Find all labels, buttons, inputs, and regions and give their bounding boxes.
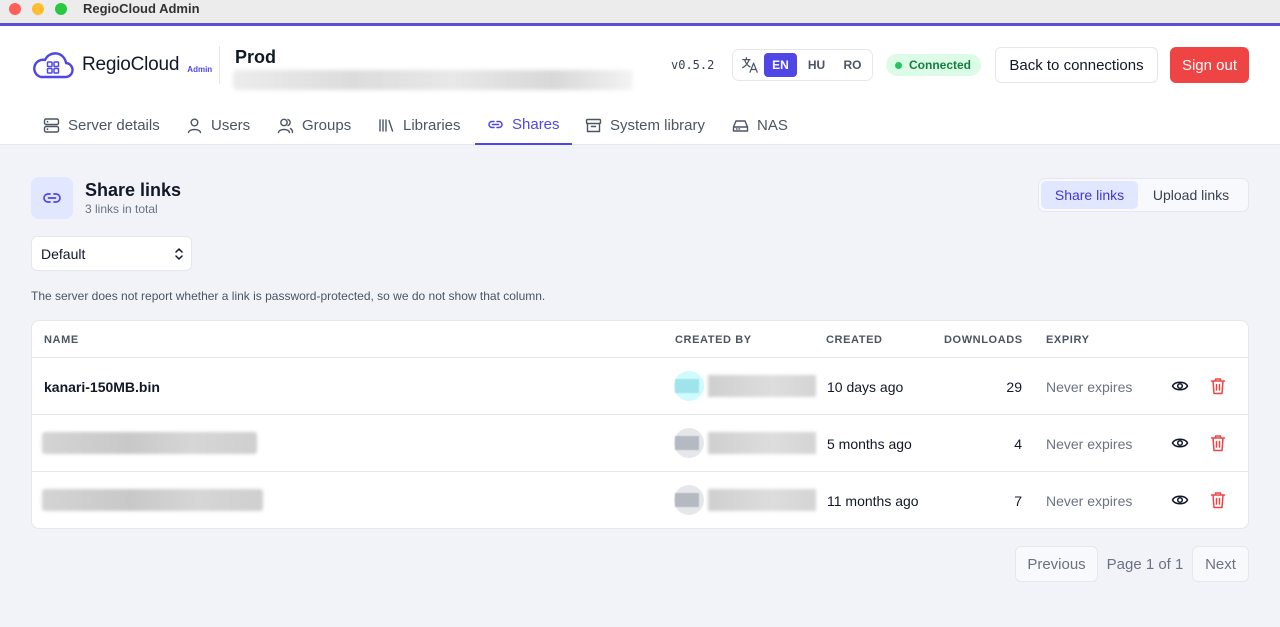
tab-server-details[interactable]: Server details (31, 106, 172, 145)
table-row: kanari-150MB.bin 10 days ago 29 Never ex… (32, 357, 1248, 414)
tab-libraries[interactable]: Libraries (366, 106, 473, 145)
status-dot-icon (895, 61, 902, 69)
language-switcher: EN HU RO (732, 49, 873, 81)
link-name-redacted[interactable] (42, 432, 257, 454)
window-titlebar: RegioCloud Admin (0, 0, 1280, 24)
tab-label: System library (610, 117, 706, 134)
section-title: Share links (85, 180, 182, 200)
tab-label: Shares (512, 116, 560, 133)
tab-label: Libraries (403, 117, 461, 134)
link-name[interactable]: kanari-150MB.bin (44, 358, 160, 415)
chevron-up-down-icon (175, 248, 183, 260)
link-icon (43, 193, 61, 203)
share-links-toggle-button[interactable]: Share links (1041, 181, 1138, 209)
next-page-button[interactable]: Next (1192, 546, 1249, 582)
link-icon (488, 120, 503, 129)
link-name-redacted[interactable] (42, 489, 263, 511)
tab-groups[interactable]: Groups (265, 106, 363, 145)
info-note: The server does not report whether a lin… (31, 289, 546, 303)
filter-select[interactable]: Default (31, 236, 192, 271)
tab-label: Groups (302, 117, 352, 134)
column-header-downloads[interactable]: DOWNLOADS (944, 334, 1023, 346)
version-label: v0.5.2 (671, 58, 715, 72)
view-icon[interactable] (1171, 434, 1189, 452)
hard-drive-icon (732, 120, 749, 132)
tab-label: NAS (757, 117, 788, 134)
window-title: RegioCloud Admin (83, 1, 200, 16)
trash-icon[interactable] (1210, 434, 1226, 452)
view-icon[interactable] (1171, 377, 1189, 395)
creator-redacted (708, 432, 816, 454)
view-icon[interactable] (1171, 491, 1189, 509)
connection-status-badge: Connected (886, 54, 982, 76)
column-header-expiry[interactable]: EXPIRY (1046, 334, 1090, 346)
translate-icon (742, 57, 758, 73)
admin-badge: Admin (187, 64, 213, 74)
page-indicator: Page 1 of 1 (1106, 555, 1184, 573)
tab-users[interactable]: Users (174, 106, 262, 145)
zoom-window-button[interactable] (55, 3, 67, 15)
minimize-window-button[interactable] (32, 3, 44, 15)
avatar (674, 428, 704, 458)
column-header-name[interactable]: NAME (44, 334, 79, 346)
creator-redacted (708, 489, 816, 511)
section-subtitle: 3 links in total (85, 202, 158, 216)
tab-system-library[interactable]: System library (573, 106, 717, 145)
link-type-toggle: Share links Upload links (1038, 178, 1249, 212)
table-row: 11 months ago 7 Never expires (32, 471, 1248, 528)
tab-shares[interactable]: Shares (475, 106, 572, 145)
download-count: 7 (1014, 492, 1022, 509)
sign-out-button[interactable]: Sign out (1170, 47, 1249, 83)
library-icon (379, 119, 394, 132)
column-header-created[interactable]: CREATED (826, 334, 883, 346)
tab-nas[interactable]: NAS (720, 106, 800, 145)
upload-links-toggle-button[interactable]: Upload links (1138, 181, 1244, 209)
share-links-table: NAME CREATED BY CREATED DOWNLOADS EXPIRY… (31, 320, 1249, 529)
tab-label: Users (211, 117, 251, 134)
app-header: RegioCloud Admin Prod v0.5.2 EN HU RO Co… (0, 26, 1280, 145)
avatar (674, 371, 704, 401)
language-en-button[interactable]: EN (764, 53, 797, 77)
back-to-connections-button[interactable]: Back to connections (995, 47, 1158, 83)
group-icon (277, 118, 294, 134)
avatar (674, 485, 704, 515)
brand-name: RegioCloud (82, 54, 180, 75)
download-count: 4 (1014, 435, 1022, 452)
table-row: 5 months ago 4 Never expires (32, 414, 1248, 471)
filter-select-value: Default (41, 245, 86, 262)
header-divider (219, 46, 220, 84)
server-icon (43, 118, 60, 133)
server-name: Prod (235, 47, 277, 67)
language-ro-button[interactable]: RO (836, 53, 869, 77)
user-icon (187, 118, 202, 134)
archive-icon (585, 118, 602, 133)
status-label: Connected (909, 58, 972, 72)
column-header-created-by[interactable]: CREATED BY (675, 334, 752, 346)
created-date: 5 months ago (827, 435, 912, 452)
expiry-value: Never expires (1046, 492, 1133, 509)
trash-icon[interactable] (1210, 377, 1226, 395)
close-window-button[interactable] (9, 3, 21, 15)
previous-page-button[interactable]: Previous (1015, 546, 1098, 582)
created-date: 11 months ago (827, 492, 919, 509)
download-count: 29 (1006, 378, 1022, 395)
expiry-value: Never expires (1046, 378, 1133, 395)
creator-redacted (708, 375, 816, 397)
trash-icon[interactable] (1210, 491, 1226, 509)
cloud-logo-icon (33, 52, 74, 79)
server-url-redacted (233, 70, 633, 90)
brand-logo[interactable]: RegioCloud Admin (31, 50, 212, 80)
created-date: 10 days ago (827, 378, 904, 395)
tab-label: Server details (68, 117, 160, 134)
expiry-value: Never expires (1046, 435, 1133, 452)
share-links-icon-tile (31, 177, 73, 219)
language-hu-button[interactable]: HU (800, 53, 833, 77)
